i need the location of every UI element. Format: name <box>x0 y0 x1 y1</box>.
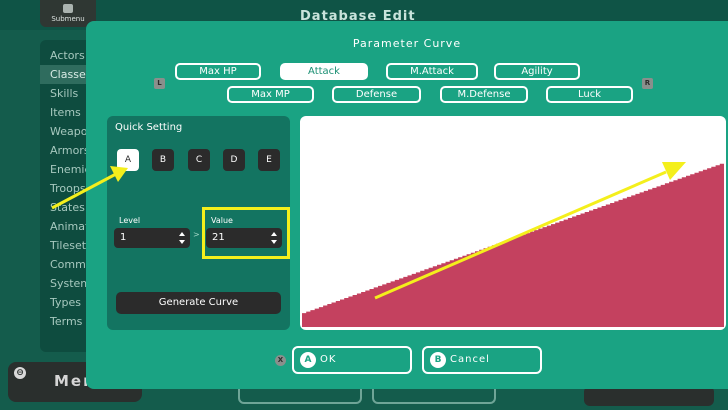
background-button-stub <box>372 388 496 404</box>
curve-chart <box>302 162 724 327</box>
tab-agility[interactable]: Agility <box>494 63 580 80</box>
tab-m-attack[interactable]: M.Attack <box>386 63 478 80</box>
ok-label: OK <box>320 354 337 365</box>
arrow-separator: > <box>193 230 200 239</box>
b-key-icon: B <box>430 352 446 368</box>
cancel-button[interactable]: B Cancel <box>422 346 542 374</box>
tab-defense[interactable]: Defense <box>332 86 421 103</box>
background-button-stub <box>584 386 714 406</box>
level-value: 1 <box>120 232 127 243</box>
prev-tab-key-icon[interactable]: L <box>154 78 165 89</box>
submenu-icon <box>63 4 73 13</box>
background-button-stub <box>238 388 362 404</box>
next-tab-key-icon[interactable]: R <box>642 78 653 89</box>
preset-d-button[interactable]: D <box>223 149 245 171</box>
parameter-curve-dialog: Parameter Curve L R Max HP Attack M.Atta… <box>86 21 728 389</box>
value-highlight-box <box>202 207 290 259</box>
tab-max-hp[interactable]: Max HP <box>175 63 261 80</box>
ok-button[interactable]: A OK <box>292 346 412 374</box>
tab-luck[interactable]: Luck <box>546 86 633 103</box>
generate-curve-button[interactable]: Generate Curve <box>116 292 281 314</box>
curve-area <box>302 162 724 327</box>
submenu-label: Submenu <box>51 15 85 23</box>
quick-setting-title: Quick Setting <box>115 122 183 133</box>
level-input[interactable]: 1 <box>114 228 190 248</box>
cancel-label: Cancel <box>450 354 490 365</box>
a-key-icon: A <box>300 352 316 368</box>
preset-a-button[interactable]: A <box>117 149 139 171</box>
dialog-title: Parameter Curve <box>352 37 462 50</box>
preset-b-button[interactable]: B <box>152 149 174 171</box>
menu-key-icon: ⊖ <box>14 367 26 379</box>
level-label: Level <box>119 216 141 225</box>
curve-graph[interactable] <box>300 116 726 330</box>
close-key-icon[interactable]: X <box>275 355 286 366</box>
spinner-icon[interactable] <box>179 232 185 244</box>
preset-e-button[interactable]: E <box>258 149 280 171</box>
tab-max-mp[interactable]: Max MP <box>227 86 314 103</box>
tab-m-defense[interactable]: M.Defense <box>440 86 528 103</box>
tab-attack[interactable]: Attack <box>280 63 368 80</box>
preset-c-button[interactable]: C <box>188 149 210 171</box>
